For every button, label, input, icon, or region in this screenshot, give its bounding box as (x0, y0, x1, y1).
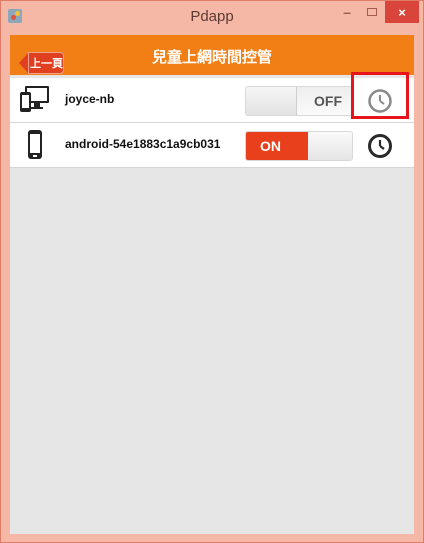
toggle-knob (246, 87, 297, 115)
close-icon: × (398, 4, 406, 20)
access-toggle[interactable]: ON (245, 131, 353, 161)
desktop-mobile-icon (20, 86, 49, 112)
page-title: 兒童上網時間控管 (151, 49, 272, 66)
maximize-button[interactable] (361, 1, 383, 23)
device-name: android-54e1883c1a9cb031 (65, 137, 221, 151)
toggle-knob (308, 132, 352, 160)
highlight-box (351, 72, 409, 119)
minimize-button[interactable]: – (337, 1, 357, 23)
smartphone-icon (28, 130, 42, 159)
clock-icon[interactable] (367, 133, 393, 159)
app-window: Pdapp – × 上一頁 兒童上網時間控管 joyce-nb OFF andr… (0, 0, 424, 543)
window-title: Pdapp (190, 8, 234, 25)
device-name: joyce-nb (65, 92, 115, 106)
title-bar[interactable]: Pdapp – × (1, 1, 423, 35)
device-row: android-54e1883c1a9cb031 ON (10, 123, 414, 168)
maximize-icon (367, 8, 377, 16)
app-header: 上一頁 兒童上網時間控管 (10, 35, 414, 75)
access-toggle[interactable]: OFF (245, 86, 353, 116)
device-row: joyce-nb OFF (10, 72, 414, 123)
device-list: joyce-nb OFF android-54e1883c1a9cb031 ON (10, 72, 414, 534)
minimize-icon: – (343, 4, 351, 20)
toggle-label: ON (260, 138, 281, 154)
close-button[interactable]: × (385, 1, 419, 23)
toggle-label: OFF (314, 93, 342, 109)
